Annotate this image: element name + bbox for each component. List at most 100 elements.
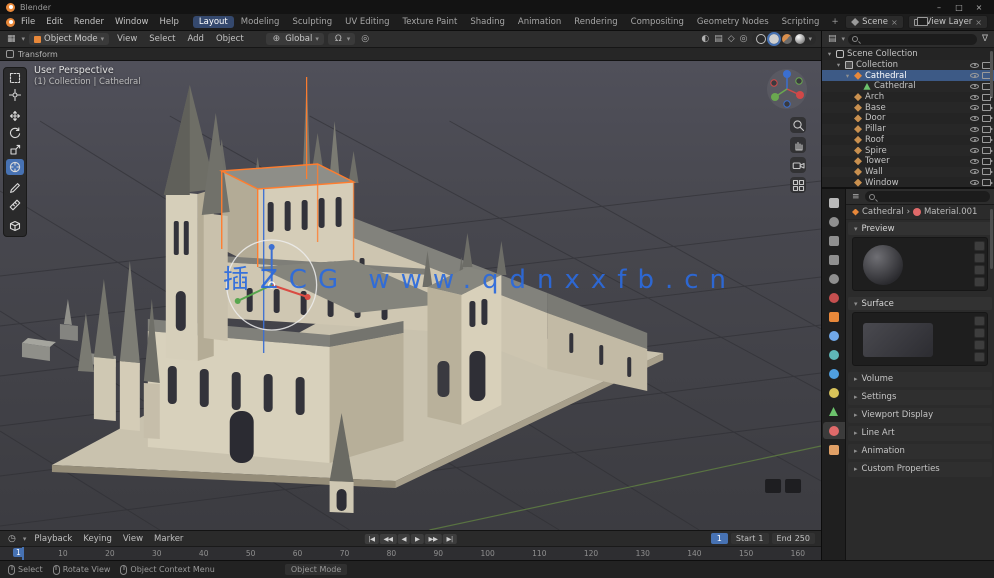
shading-wireframe-icon[interactable]: [756, 34, 766, 44]
shading-caret[interactable]: ▾: [808, 35, 812, 43]
tool-move[interactable]: [6, 108, 24, 124]
workspace-tab-modeling[interactable]: Modeling: [235, 16, 286, 28]
tool-cursor[interactable]: [6, 87, 24, 103]
outliner-row-cathedral[interactable]: ▾ Cathedral: [822, 70, 994, 81]
tab-scene[interactable]: [823, 270, 845, 287]
menu-view[interactable]: View: [113, 33, 141, 45]
disable-render-icon[interactable]: [982, 136, 991, 143]
outliner-row[interactable]: Window: [822, 177, 994, 187]
panel-animation[interactable]: ▸ Animation: [848, 444, 992, 459]
current-frame-field[interactable]: 1: [711, 533, 728, 544]
tab-texture[interactable]: [823, 441, 845, 458]
panel-header-surface[interactable]: ▾ Surface: [848, 297, 992, 310]
hide-eye-icon[interactable]: [970, 93, 979, 102]
menu-object[interactable]: Object: [212, 33, 248, 45]
maximize-button[interactable]: □: [950, 3, 968, 12]
panel-custom-properties[interactable]: ▸ Custom Properties: [848, 462, 992, 477]
outliner-row-collection[interactable]: ▾ Collection: [822, 60, 994, 71]
add-workspace-button[interactable]: +: [826, 16, 843, 28]
gizmos-toggle-icon[interactable]: ◇: [728, 34, 735, 44]
blender-menu-icon[interactable]: [6, 18, 15, 27]
hide-eye-icon[interactable]: [970, 71, 979, 80]
frame-start-field[interactable]: Start 1: [731, 533, 769, 544]
disable-render-icon[interactable]: [982, 104, 991, 111]
next-keyframe-button[interactable]: ▶▶: [425, 534, 442, 544]
disable-render-icon[interactable]: [982, 126, 991, 133]
outliner-row[interactable]: Wall: [822, 167, 994, 178]
workspace-tab-uv-editing[interactable]: UV Editing: [339, 16, 395, 28]
tab-render[interactable]: [823, 213, 845, 230]
properties-search-input[interactable]: [865, 191, 990, 202]
disable-render-icon[interactable]: [982, 179, 991, 186]
workspace-tab-geometry-nodes[interactable]: Geometry Nodes: [691, 16, 775, 28]
menu-select[interactable]: Select: [145, 33, 179, 45]
shading-solid-icon[interactable]: [769, 34, 779, 44]
outliner-row[interactable]: Spire: [822, 145, 994, 156]
overlays-toggle-icon[interactable]: ▤: [714, 34, 723, 44]
transform-orientation-selector[interactable]: ⊕ Global ▾: [266, 33, 324, 45]
proportional-editing-icon[interactable]: ◎: [359, 34, 371, 44]
outliner-search-input[interactable]: [848, 34, 977, 45]
workspace-tab-scripting[interactable]: Scripting: [776, 16, 826, 28]
hide-eye-icon[interactable]: [970, 146, 979, 155]
close-button[interactable]: ×: [970, 3, 988, 12]
playhead-frame-badge[interactable]: 1: [13, 548, 24, 557]
workspace-tab-layout[interactable]: Layout: [193, 16, 234, 28]
surface-option-button[interactable]: [974, 328, 985, 338]
hide-eye-icon[interactable]: [970, 61, 979, 70]
shading-material-icon[interactable]: [782, 34, 792, 44]
menu-edit[interactable]: Edit: [41, 16, 67, 28]
disable-render-icon[interactable]: [982, 147, 991, 154]
xray-toggle-icon[interactable]: ◐: [701, 34, 709, 44]
play-reverse-button[interactable]: ◀: [398, 534, 411, 544]
editor-type-icon[interactable]: ▦: [5, 34, 18, 44]
menu-file[interactable]: File: [16, 16, 40, 28]
menu-keying[interactable]: Keying: [80, 534, 115, 544]
preview-shaderball-button[interactable]: [974, 277, 985, 287]
menu-window[interactable]: Window: [110, 16, 154, 28]
outliner-row[interactable]: Tower: [822, 156, 994, 167]
frame-end-field[interactable]: End 250: [772, 533, 815, 544]
hide-eye-icon[interactable]: [970, 82, 979, 91]
workspace-tab-animation[interactable]: Animation: [512, 16, 567, 28]
surface-option-button[interactable]: [974, 352, 985, 362]
tool-annotate[interactable]: [6, 180, 24, 196]
tab-modifiers[interactable]: [823, 327, 845, 344]
disable-render-icon[interactable]: [982, 168, 991, 175]
3d-viewport[interactable]: 插ZCG www.qdnxxfb.cn User Perspective (1)…: [0, 61, 821, 530]
menu-marker[interactable]: Marker: [151, 534, 186, 544]
workspace-tab-rendering[interactable]: Rendering: [568, 16, 623, 28]
tab-constraints[interactable]: [823, 384, 845, 401]
timeline-editor-icon[interactable]: ◷: [6, 534, 18, 544]
jump-to-start-button[interactable]: |◀: [364, 534, 378, 544]
properties-editor-icon[interactable]: ≡: [850, 192, 862, 202]
preview-cube-button[interactable]: [974, 265, 985, 275]
outliner-editor-icon[interactable]: ▤: [826, 34, 839, 44]
tab-particles[interactable]: [823, 346, 845, 363]
disable-render-icon[interactable]: [982, 115, 991, 122]
outliner-row[interactable]: Arch: [822, 92, 994, 103]
jump-to-end-button[interactable]: ▶|: [443, 534, 457, 544]
panel-volume[interactable]: ▸ Volume: [848, 372, 992, 387]
snap-toggle[interactable]: Ω ▾: [328, 33, 355, 45]
surface-option-button[interactable]: [974, 340, 985, 350]
shading-rendered-icon[interactable]: [795, 34, 805, 44]
prev-keyframe-button[interactable]: ◀◀: [380, 534, 397, 544]
toggle-ortho-icon[interactable]: [790, 177, 806, 193]
outliner-row-cathedral-data[interactable]: Cathedral: [822, 81, 994, 92]
tool-rotate[interactable]: [6, 125, 24, 141]
tool-measure[interactable]: [6, 197, 24, 213]
hide-eye-icon[interactable]: [970, 167, 979, 176]
view-layer-selector[interactable]: View Layer ×: [908, 15, 988, 29]
surface-swatch[interactable]: [863, 323, 933, 357]
timeline-ruler[interactable]: 1 0 10 20 30 40 50 60 70 80 90 100 110 1…: [0, 546, 821, 560]
tab-view-layer[interactable]: [823, 251, 845, 268]
scene-unlink-icon[interactable]: ×: [891, 18, 898, 27]
menu-render[interactable]: Render: [69, 16, 109, 28]
navigation-gizmo[interactable]: [765, 67, 809, 111]
surface-option-button[interactable]: [974, 316, 985, 326]
scene-selector[interactable]: Scene ×: [845, 15, 904, 29]
camera-view-icon[interactable]: [790, 157, 806, 173]
menu-add[interactable]: Add: [184, 33, 208, 45]
hide-eye-icon[interactable]: [970, 125, 979, 134]
